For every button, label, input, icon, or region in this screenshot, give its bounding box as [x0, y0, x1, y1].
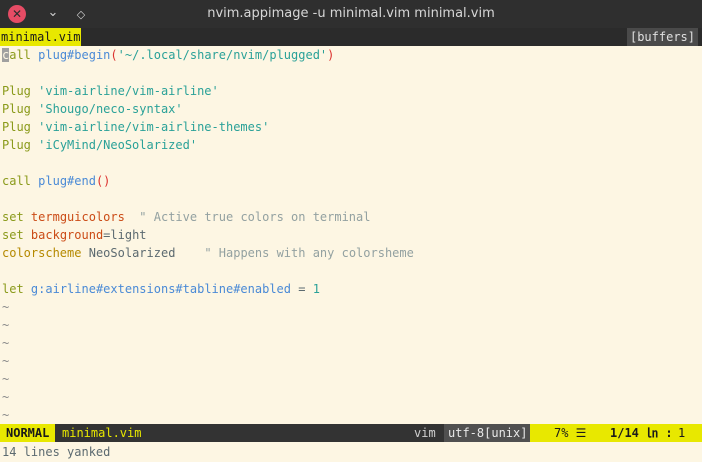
- window-titlebar: ✕ ⌄ ◇ nvim.appimage -u minimal.vim minim…: [0, 0, 702, 28]
- code-line: set background=light: [0, 226, 702, 244]
- keyword: Plug: [2, 102, 31, 116]
- string: 'vim-airline/vim-airline-themes': [38, 120, 270, 134]
- variable-name: g:airline#extensions#tabline#enabled: [30, 282, 292, 296]
- keyword: Plug: [2, 84, 31, 98]
- keyword: set: [2, 210, 24, 224]
- code-line: call plug#end(): [0, 172, 702, 190]
- line-number: 1/14 ㏑ :: [610, 426, 673, 440]
- paren: ): [327, 48, 335, 62]
- empty-line-tilde: ~: [2, 354, 10, 368]
- comment: " Happens with any colorsheme: [204, 246, 414, 260]
- keyword: let: [2, 282, 24, 296]
- keyword-rest: all: [9, 48, 31, 62]
- empty-line-tilde: ~: [2, 372, 10, 386]
- mode-indicator: NORMAL: [0, 424, 56, 442]
- buffers-label: [buffers]: [626, 28, 698, 46]
- window-title: nvim.appimage -u minimal.vim minimal.vim: [207, 6, 495, 21]
- option-value: =light: [103, 228, 147, 242]
- string: 'Shougo/neco-syntax': [38, 102, 183, 116]
- empty-line-tilde: ~: [2, 390, 10, 404]
- statusline-encoding: utf-8[unix]: [444, 424, 532, 442]
- statusline-position: 7% ☰ 1/14 ㏑ : 1: [530, 424, 702, 442]
- function-name: plug#end: [38, 174, 96, 188]
- code-line: colorscheme NeoSolarized " Happens with …: [0, 244, 702, 262]
- keyword: Plug: [2, 138, 31, 152]
- code-line: Plug 'iCyMind/NeoSolarized': [0, 136, 702, 154]
- terminal[interactable]: minimal.vim [buffers] call plug#begin('~…: [0, 28, 702, 462]
- string: 'iCyMind/NeoSolarized': [38, 138, 198, 152]
- tabline: minimal.vim [buffers]: [0, 28, 702, 46]
- empty-line-tilde: ~: [2, 300, 10, 314]
- number: 1: [312, 282, 320, 296]
- operator: =: [291, 282, 313, 296]
- statusline: NORMAL minimal.vim vim utf-8[unix] 7% ☰ …: [0, 424, 702, 442]
- empty-line-tilde: ~: [2, 408, 10, 422]
- editor-buffer[interactable]: call plug#begin('~/.local/share/nvim/plu…: [0, 46, 702, 424]
- colorscheme-name: NeoSolarized: [88, 246, 176, 260]
- comment: " Active true colors on terminal: [139, 210, 371, 224]
- keyword: Plug: [2, 120, 31, 134]
- command-line[interactable]: 14 lines yanked: [0, 442, 702, 462]
- keyword: colorscheme: [2, 246, 82, 260]
- tab-minimal-vim[interactable]: minimal.vim: [0, 28, 82, 46]
- column-number: 1: [678, 426, 686, 440]
- keyword: call: [2, 48, 31, 62]
- empty-line-tilde: ~: [2, 336, 10, 350]
- code-line: call plug#begin('~/.local/share/nvim/plu…: [0, 46, 702, 64]
- paren: (: [110, 48, 118, 62]
- paren: (): [95, 174, 111, 188]
- percent-through-file: 7% ☰: [554, 426, 587, 440]
- string: '~/.local/share/nvim/plugged': [117, 48, 328, 62]
- code-line: Plug 'vim-airline/vim-airline-themes': [0, 118, 702, 136]
- code-line: let g:airline#extensions#tabline#enabled…: [0, 280, 702, 298]
- keyword: set: [2, 228, 24, 242]
- code-line: set termguicolors " Active true colors o…: [0, 208, 702, 226]
- option-name: background: [30, 228, 104, 242]
- string: 'vim-airline/vim-airline': [38, 84, 219, 98]
- statusline-filename: minimal.vim: [62, 426, 142, 440]
- empty-line-tilde: ~: [2, 318, 10, 332]
- option-name: termguicolors: [30, 210, 125, 224]
- statusline-filetype: vim: [414, 426, 436, 440]
- function-name: plug#begin: [38, 48, 111, 62]
- keyword: call: [2, 174, 31, 188]
- code-line: Plug 'Shougo/neco-syntax': [0, 100, 702, 118]
- code-line: Plug 'vim-airline/vim-airline': [0, 82, 702, 100]
